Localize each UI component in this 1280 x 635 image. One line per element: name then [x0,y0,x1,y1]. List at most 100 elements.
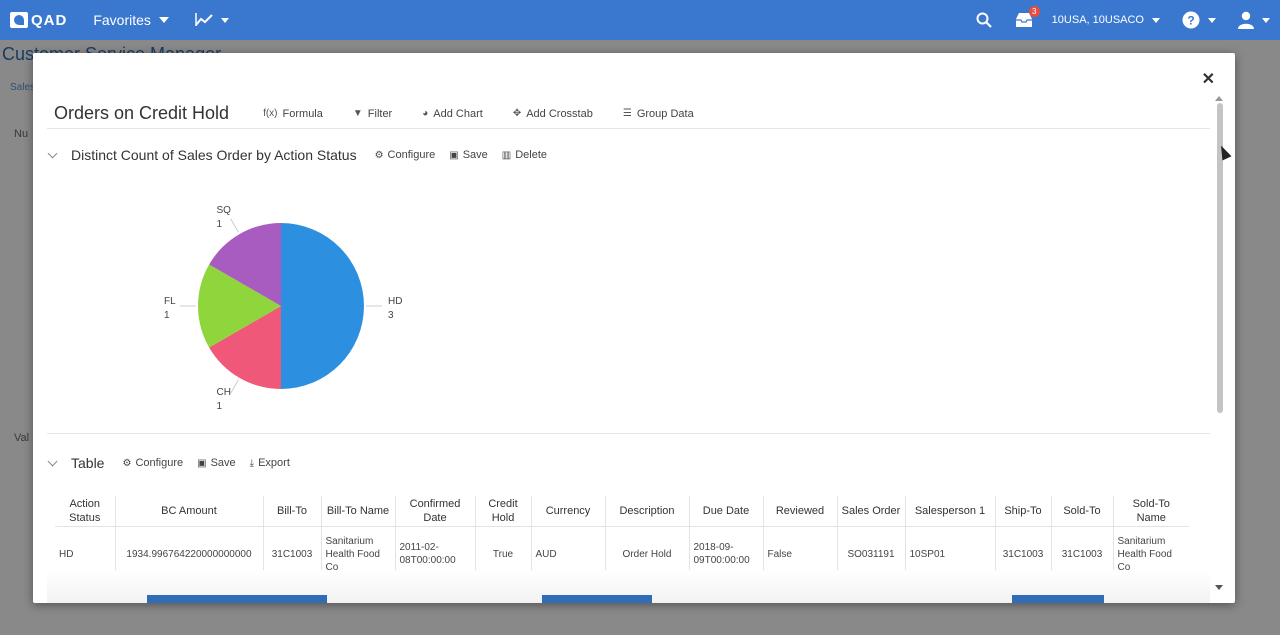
close-button[interactable]: ✕ [1202,69,1215,89]
gear-icon: ⚙ [374,149,384,161]
chart-configure-button[interactable]: ⚙ Configure [375,149,436,161]
analytics-menu[interactable] [195,13,229,27]
column-header[interactable]: BC Amount [115,496,264,527]
formula-label: Formula [282,107,323,120]
column-header[interactable]: Bill-To [263,496,322,527]
table-export-button[interactable]: ⤓ Export [250,457,290,469]
column-header[interactable]: Reviewed [763,496,838,527]
blurred-bar [542,595,652,603]
add-crosstab-label: Add Crosstab [526,107,593,120]
column-header[interactable]: Currency [531,496,606,527]
pie-slice-hd[interactable] [281,223,364,389]
column-header[interactable]: Sold-To [1051,496,1114,527]
chevron-down-icon [1262,17,1270,23]
user-icon [1238,11,1254,29]
notifications-button[interactable]: 3 [1014,6,1040,28]
dialog-header: Orders on Credit Hold f(x) Formula ▼ Fil… [54,103,724,124]
collapse-chevron-icon[interactable] [47,456,58,466]
favorites-label: Favorites [93,12,151,28]
group-data-label: Group Data [636,107,694,120]
help-menu[interactable]: ? [1182,11,1216,29]
save-icon: ▣ [197,457,207,469]
pie-leader-line [230,379,239,394]
table-configure-label: Configure [135,457,184,469]
partially-visible-row [47,570,1210,603]
qad-logo-icon [10,12,28,28]
chevron-down-icon [1208,17,1216,23]
divider [47,128,1210,129]
filter-button[interactable]: ▼ Filter [353,108,392,120]
line-chart-icon [195,13,213,26]
pie-chart-icon: ◕ [422,108,429,119]
search-button[interactable] [976,12,992,28]
pie-label: HD [388,296,402,307]
orders-on-credit-hold-dialog: ✕ Orders on Credit Hold f(x) Formula ▼ F… [33,53,1235,603]
column-header[interactable]: Salesperson 1 [905,496,996,527]
user-menu[interactable] [1238,11,1270,29]
crosshair-icon: ✥ [512,108,522,119]
scroll-up-arrow[interactable] [1215,96,1223,101]
chart-section-header: Distinct Count of Sales Order by Action … [47,147,561,163]
chevron-down-icon [1152,17,1160,23]
column-header[interactable]: Description [605,496,690,527]
chart-save-button[interactable]: ▣ Save [449,149,488,161]
pie-chart: HD 3 CH 1 FL 1 SQ 1 [103,193,423,433]
pie-label: FL [164,296,176,307]
svg-text:?: ? [1187,14,1194,28]
add-chart-label: Add Chart [433,107,483,120]
chart-save-label: Save [462,149,488,161]
close-icon: ✕ [1201,71,1215,88]
dialog-title: Orders on Credit Hold [54,103,230,123]
table-configure-button[interactable]: ⚙ Configure [122,457,183,469]
table-section-title: Table [71,455,105,471]
group-icon: ☰ [622,108,632,119]
add-chart-button[interactable]: ◕ Add Chart [422,108,483,120]
trash-icon: ▥ [501,149,512,161]
table-export-label: Export [258,457,290,469]
divider [47,433,1210,434]
column-header[interactable]: Confirmed Date [395,496,476,527]
chevron-down-icon [220,17,229,23]
pie-value-label: 3 [388,310,394,321]
blurred-bar [147,595,327,603]
pie-value-label: 1 [217,401,223,412]
top-navigation-bar: QAD Favorites 3 10USA, 10USACO ? [0,0,1280,40]
pie-label: SQ [217,205,232,216]
help-icon: ? [1182,11,1200,29]
collapse-chevron-icon[interactable] [47,148,58,158]
column-header[interactable]: Sales Order [837,496,906,527]
save-icon: ▣ [449,149,459,161]
blurred-bar [1012,595,1104,603]
pie-value-label: 1 [217,219,223,230]
pie-label: CH [217,387,231,398]
column-header[interactable]: Ship-To [995,496,1052,527]
pie-leader-line [230,218,239,233]
qad-logo[interactable]: QAD [10,12,67,29]
column-header[interactable]: Credit Hold [475,496,532,527]
column-header[interactable]: Due Date [689,496,764,527]
formula-icon: f(x) [263,108,278,119]
domain-label: 10USA, 10USACO [1051,14,1144,26]
filter-icon: ▼ [352,108,363,119]
table-section-header: Table ⚙ Configure ▣ Save ⤓ Export [47,455,304,471]
pie-value-label: 1 [164,310,170,321]
chart-section-title: Distinct Count of Sales Order by Action … [71,147,357,163]
table-header-row: Action Status BC Amount Bill-To Bill-To … [55,496,1189,527]
filter-label: Filter [367,107,393,120]
add-crosstab-button[interactable]: ✥ Add Crosstab [513,108,593,120]
scroll-down-arrow[interactable] [1215,585,1223,590]
gear-icon: ⚙ [122,457,132,469]
column-header[interactable]: Action Status [55,496,116,527]
search-icon [976,12,992,28]
column-header[interactable]: Sold-To Name [1113,496,1189,527]
group-data-button[interactable]: ☰ Group Data [623,108,694,120]
table-save-button[interactable]: ▣ Save [197,457,236,469]
chevron-down-icon [158,17,169,23]
chart-configure-label: Configure [387,149,436,161]
domain-selector[interactable]: 10USA, 10USACO [1052,14,1160,26]
column-header[interactable]: Bill-To Name [321,496,396,527]
favorites-menu[interactable]: Favorites [93,12,169,28]
chart-delete-button[interactable]: ▥ Delete [502,149,547,161]
formula-button[interactable]: f(x) Formula [263,108,323,120]
pie-chart-svg: HD 3 CH 1 FL 1 SQ 1 [164,205,402,412]
